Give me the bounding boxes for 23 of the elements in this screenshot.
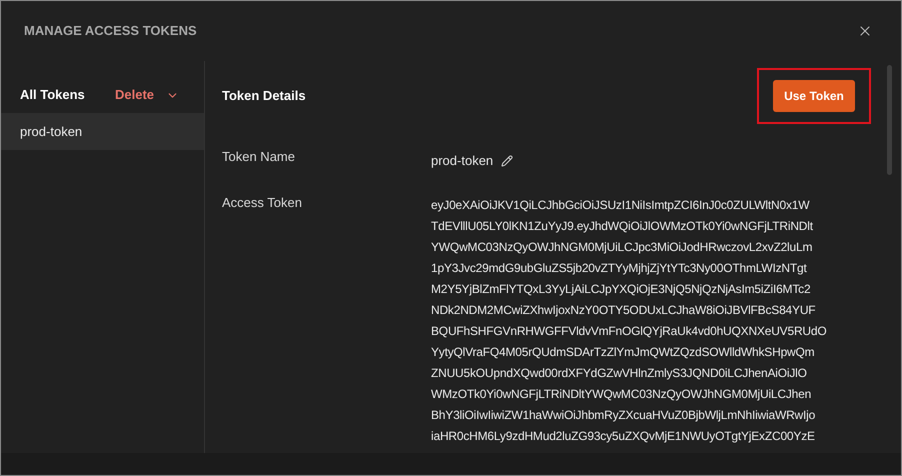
field-label: Access Token bbox=[222, 194, 303, 212]
use-token-button[interactable]: Use Token bbox=[773, 80, 855, 112]
access-token-line: M2Y5YjBlZmFlYTQxL3YyLjAiLCJpYXQiOjE3NjQ5NjQzNjAsIm5iZiI6MTc2 bbox=[431, 280, 812, 298]
access-token-line: WMzOTk0Yi0wNGFjLTRiNDltYWQwMC03NzQyOWJhNGM0MjUiLCJhen bbox=[431, 386, 812, 402]
scrollbar[interactable] bbox=[887, 65, 892, 175]
access-token-line: ZNUU5kOUpndXQwd00rdXFYdGZwVHlnZmlyS3JQND0iLCJhenAiOiJlO bbox=[431, 364, 808, 382]
access-token-line: NDk2NDM2MCwiZXhwIjoxNzY0OTY5ODUxLCJhaW8iOiJBVlFBcS84YUF bbox=[431, 302, 816, 318]
access-token-line: YytyQlVraFQ4M05rQUdmSDArTzZlYmJmQWtZQzdSOWlldWhkSHpwQm bbox=[431, 344, 816, 360]
access-token-line: eyJ0eXAiOiJKV1QiLCJhbGciOiJSUzI1NiIsImtpZCI6InJ0c0ZULWltN0x1W bbox=[431, 196, 810, 214]
sidebar-heading: All Tokens bbox=[20, 86, 86, 104]
access-token-line: YWQwMC03NzQyOWJhNGM0MjUiLCJpc3MiOiJodHRwczovL2xvZ2luLm bbox=[431, 238, 814, 256]
access-token-line: BQUFhSHFGVnRHWGFFVldvVmFnOGlQYjRaUk4vd0hUQXNXeUV5RUdO bbox=[431, 322, 826, 340]
access-token-line: iaHR0cHM6Ly9zdHMud2luZG93cy5uZXQvMjE1NWUyOTgtYjExZC00YzE bbox=[431, 428, 816, 444]
pencil-icon[interactable] bbox=[501, 154, 514, 167]
token-list-item[interactable]: prod-token bbox=[1, 113, 204, 150]
dialog-title: MANAGE ACCESS TOKENS bbox=[24, 22, 197, 40]
delete-button[interactable]: Delete bbox=[115, 85, 180, 105]
access-token-line: TdEVlllU05LY0lKN1ZuYyJ9.eyJhdWQiOiJlOWMzOTk0Yi0wNGFjLTRiNDlt bbox=[431, 218, 814, 234]
access-token-line: 1pY3Jvc29mdG9ubGluZS5jb20vZTYyMjhjZjYtYTc3Ny00OThmLWIzNTgt bbox=[431, 260, 808, 276]
details-heading: Token Details bbox=[222, 87, 306, 106]
field-label: Token Name bbox=[222, 148, 296, 166]
access-token-line: BhY3liOiIwIiwiZW1haWwiOiJhbmRyZXcuaHVuZ0BjbWljLmNhIiwiaWRwIjo bbox=[431, 406, 816, 424]
token-name: prod-token bbox=[431, 152, 494, 170]
